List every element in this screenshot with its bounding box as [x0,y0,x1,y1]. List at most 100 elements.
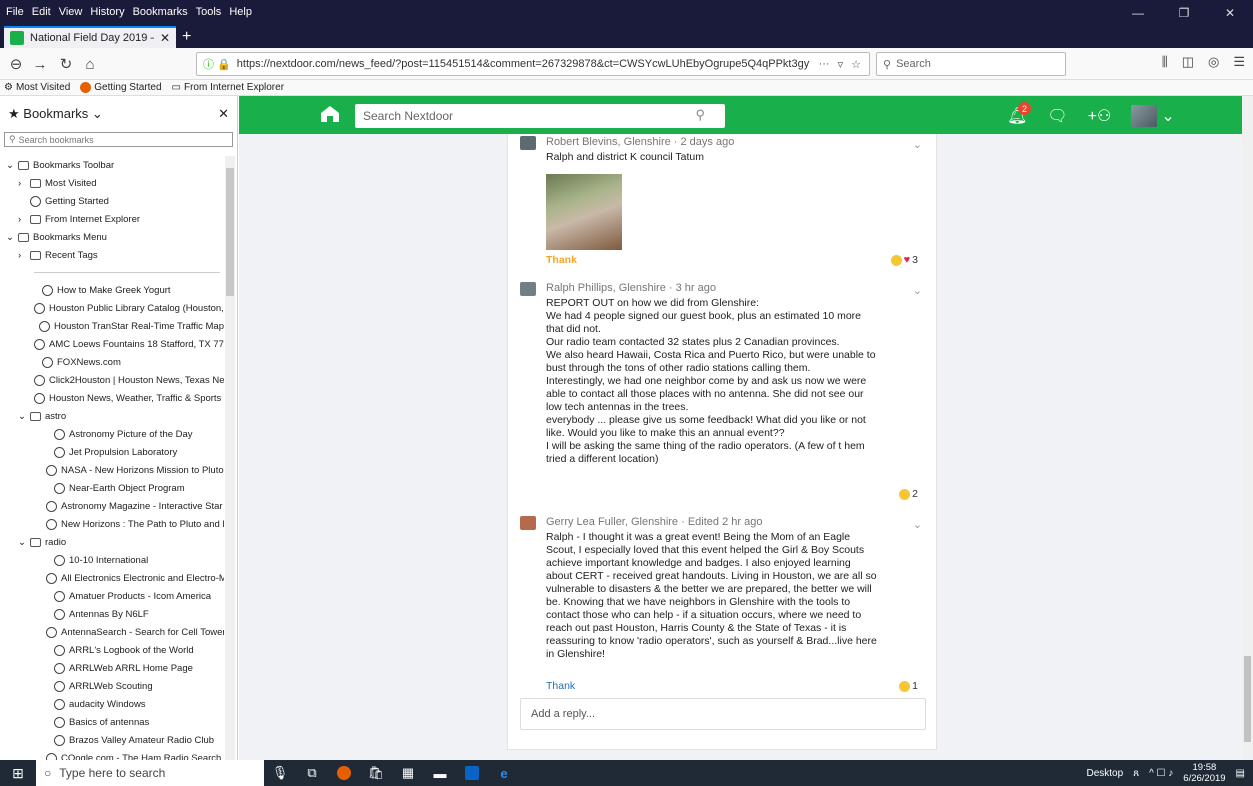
minimize-button[interactable]: — [1115,0,1161,26]
bookmark-item[interactable]: AntennaSearch - Search for Cell Towers, … [0,623,224,641]
bookmark-item[interactable]: New Horizons : The Path to Pluto and Bey [0,515,224,533]
nextdoor-home-icon[interactable] [319,104,341,124]
file-explorer-icon[interactable]: ▬ [424,760,456,786]
profile-menu[interactable]: ⌄ [1131,105,1175,127]
bookmark-from-ie[interactable]: ▭ From Internet Explorer [172,82,285,93]
bookmark-item[interactable]: Antennas By N6LF [0,605,224,623]
expand-arrow-icon[interactable]: › [18,250,26,261]
bookmark-item[interactable]: Click2Houston | Houston News, Texas News… [0,371,224,389]
bookmark-star-icon[interactable]: ☆ [851,58,861,71]
comment-author[interactable]: Gerry Lea Fuller, Glenshire · Edited 2 h… [546,516,762,528]
menu-edit[interactable]: Edit [32,6,51,18]
menu-help[interactable]: Help [229,6,252,18]
bookmark-item[interactable]: Jet Propulsion Laboratory [0,443,224,461]
notifications-icon[interactable]: ▤ [1236,768,1245,779]
comment-photo[interactable] [546,174,622,250]
chevron-down-icon[interactable]: ⌄ [913,518,922,531]
bookmark-item[interactable]: FOXNews.com [0,353,224,371]
bookmark-item[interactable]: Brazos Valley Amateur Radio Club [0,731,224,749]
bookmark-item[interactable]: 10-10 International [0,551,224,569]
page-actions-icon[interactable]: ··· [819,58,830,71]
avatar[interactable] [520,516,536,530]
bookmark-item[interactable]: ⌄ Bookmarks Toolbar [0,156,224,174]
avatar[interactable] [520,136,536,150]
bookmark-item[interactable]: Astronomy Magazine - Interactive Star Ch [0,497,224,515]
chevron-down-icon[interactable]: ⌄ [913,138,922,151]
bookmark-item[interactable]: NASA - New Horizons Mission to Pluto ar [0,461,224,479]
tray-icons[interactable]: ^ ☐ ♪ [1149,768,1173,779]
thank-button[interactable]: Thank [546,680,575,692]
sidebar-scrollbar[interactable] [225,156,235,760]
reload-icon[interactable]: ↻ [56,54,76,74]
bookmark-item[interactable]: Near-Earth Object Program [0,479,224,497]
notifications-bell-icon[interactable]: 🔔︎ 2 [1007,102,1031,126]
expand-arrow-icon[interactable]: › [18,178,26,189]
reactions[interactable]: ♥ 3 [890,254,918,266]
close-tab-icon[interactable]: ✕ [160,31,170,45]
home-icon[interactable]: ⌂ [80,54,100,74]
bookmark-item[interactable]: AMC Loews Fountains 18 Stafford, TX 7747… [0,335,224,353]
avatar[interactable] [520,282,536,296]
bookmark-item[interactable]: › Most Visited [0,174,224,192]
nextdoor-search-input[interactable]: Search Nextdoor ⚲ [355,104,725,128]
bookmark-item[interactable]: audacity Windows [0,695,224,713]
search-icon[interactable]: ⚲ [695,107,705,123]
bookmark-most-visited[interactable]: ⚙ Most Visited [4,82,70,93]
bookmark-item[interactable]: Getting Started [0,192,224,210]
bookmark-item[interactable]: › Recent Tags [0,246,224,264]
hamburger-menu-icon[interactable]: ☰ [1233,54,1245,70]
tab-active[interactable]: National Field Day 2019 — Next ✕ [4,26,176,48]
bookmark-item[interactable]: ⌄ astro [0,407,224,425]
close-sidebar-icon[interactable]: ✕ [218,106,229,122]
bookmark-item[interactable]: › From Internet Explorer [0,210,224,228]
bookmark-item[interactable]: How to Make Greek Yogurt [0,281,224,299]
reply-input[interactable]: Add a reply... [520,698,926,730]
messages-icon[interactable]: 🗨︎ [1047,106,1067,126]
bookmark-item[interactable]: ARRLWeb Scouting [0,677,224,695]
bookmark-item[interactable]: ARRL's Logbook of the World [0,641,224,659]
bookmark-item[interactable]: ⌄ radio [0,533,224,551]
menu-bookmarks[interactable]: Bookmarks [133,6,188,18]
bookmark-getting-started[interactable]: Getting Started [80,82,162,93]
menu-file[interactable]: File [6,6,24,18]
desktop-toolbar[interactable]: Desktop [1087,768,1124,779]
expand-arrow-icon[interactable]: › [18,214,26,225]
outlook-icon[interactable] [456,760,488,786]
search-field[interactable]: ⚲ Search [876,52,1066,76]
calculator-icon[interactable]: ▦ [392,760,424,786]
sidebar-toggle-icon[interactable]: ◫ [1182,54,1194,70]
bookmark-item[interactable]: Houston News, Weather, Traffic & Sports … [0,389,224,407]
menu-view[interactable]: View [59,6,83,18]
url-bar[interactable]: ⓘ 🔒 https://nextdoor.com/news_feed/?post… [196,52,870,76]
bookmark-item[interactable]: Amatuer Products - Icom America [0,587,224,605]
expand-arrow-icon[interactable]: ⌄ [6,160,14,171]
expand-arrow-icon[interactable]: ⌄ [18,411,26,422]
bookmarks-search-input[interactable]: ⚲ Search bookmarks [4,132,233,147]
microphone-icon[interactable]: 🎙︎ [264,760,296,786]
expand-arrow-icon[interactable]: ⌄ [6,232,14,243]
comment-author[interactable]: Ralph Phillips, Glenshire · 3 hr ago [546,282,716,294]
restore-button[interactable]: ❐ [1161,0,1207,26]
back-icon[interactable]: ⊖ [6,54,26,74]
page-scroll-thumb[interactable] [1244,656,1251,742]
forward-icon[interactable]: → [30,54,50,74]
bookmark-item[interactable]: All Electronics Electronic and Electro-M… [0,569,224,587]
library-icon[interactable]: ⫼ [1162,54,1168,70]
bookmark-item[interactable]: ARRLWeb ARRL Home Page [0,659,224,677]
reactions[interactable]: 2 [899,488,918,500]
people-icon[interactable]: ጸ [1133,768,1139,779]
edge-icon[interactable]: e [488,760,520,786]
taskbar-search-input[interactable]: ○ Type here to search [36,760,264,786]
close-window-button[interactable]: ✕ [1207,0,1253,26]
invite-neighbors-icon[interactable]: +⚇ [1088,106,1112,126]
clock[interactable]: 19:58 6/26/2019 [1183,762,1225,784]
bookmark-item[interactable]: COogle.com - The Ham Radio Search En [0,749,224,760]
comment-author[interactable]: Robert Blevins, Glenshire · 2 days ago [546,136,734,148]
menu-tools[interactable]: Tools [196,6,222,18]
reactions[interactable]: 1 [899,680,918,692]
page-scrollbar[interactable] [1242,96,1253,760]
bookmark-item[interactable]: ⌄ Bookmarks Menu [0,228,224,246]
thank-button[interactable]: Thank [546,254,577,266]
windows-start-icon[interactable]: ⊞ [0,765,36,782]
store-icon[interactable]: 🛍︎ [360,760,392,786]
